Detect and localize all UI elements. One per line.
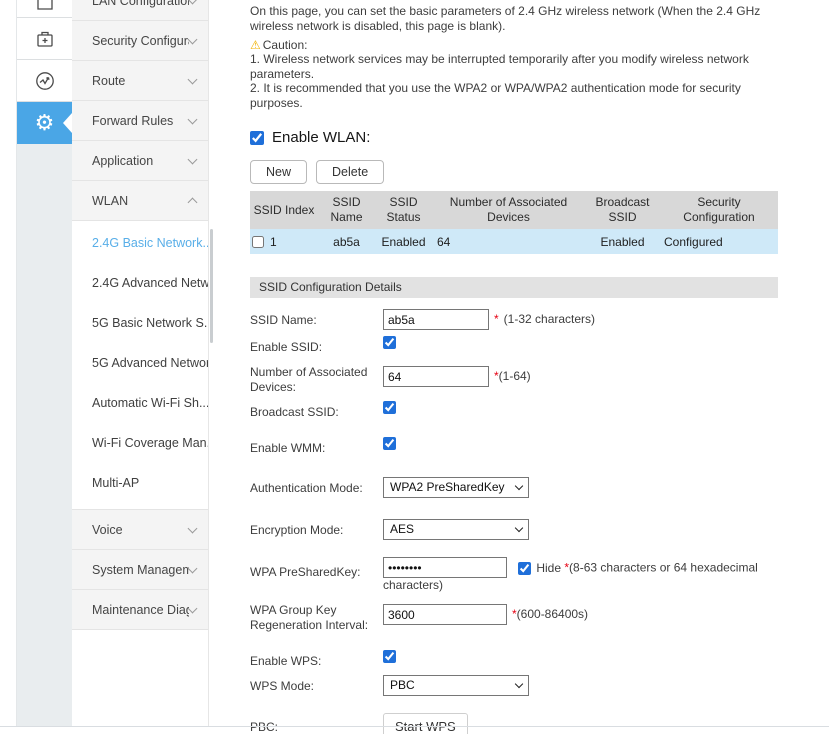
enable-wlan-row: Enable WLAN: <box>250 129 778 146</box>
form-row-broadcast-ssid: Broadcast SSID: <box>250 401 778 420</box>
form-row-assoc-devices: Number of Associated Devices: *(1-64) <box>250 361 778 395</box>
ssid-name-input[interactable] <box>383 309 489 330</box>
form-row-auth-mode: Authentication Mode: WPA2 PreSharedKey <box>250 477 778 498</box>
chevron-down-icon <box>188 603 198 613</box>
num-devices-cell: 64 <box>432 235 585 249</box>
chevron-down-icon <box>188 114 198 124</box>
details-section-title: SSID Configuration Details <box>250 277 778 298</box>
hide-psk-label: Hide <box>536 561 561 576</box>
menu-item-system-management[interactable]: System Management <box>72 550 208 590</box>
toolbox-plus-icon <box>35 29 55 49</box>
home-icon <box>35 0 55 12</box>
menu-item-maintenance-diagnosis[interactable]: Maintenance Diagno.. <box>72 590 208 630</box>
enable-wmm-checkbox[interactable] <box>383 437 396 450</box>
enable-wlan-checkbox[interactable] <box>250 131 264 145</box>
caution-item-1: 1. Wireless network services may be inte… <box>250 52 778 81</box>
form-row-pbc: PBC: Start WPS <box>250 713 778 734</box>
chevron-down-icon <box>188 523 198 533</box>
submenu-item-24g-advanced[interactable]: 2.4G Advanced Netw... <box>72 263 208 303</box>
wpa-psk-input[interactable] <box>383 557 507 578</box>
wps-mode-select[interactable]: PBC <box>383 675 529 696</box>
page-description: On this page, you can set the basic para… <box>250 4 778 34</box>
rail-item-home[interactable] <box>17 0 72 18</box>
sidebar-icon-rail: ⚙ <box>16 0 72 726</box>
group-key-input[interactable] <box>383 604 507 625</box>
form-row-wps-mode: WPS Mode: PBC <box>250 675 778 696</box>
submenu-item-5g-advanced[interactable]: 5G Advanced Networ... <box>72 343 208 383</box>
menu-item-wlan[interactable]: WLAN <box>72 181 208 221</box>
auth-mode-select[interactable]: WPA2 PreSharedKey <box>383 477 529 498</box>
form-row-enable-wps: Enable WPS: <box>250 650 778 669</box>
menu-item-security-configuration[interactable]: Security Configura... <box>72 21 208 61</box>
page-bottom-border <box>0 726 829 727</box>
warning-icon: ⚠ <box>250 38 261 52</box>
rail-item-services[interactable] <box>17 18 72 60</box>
menu-item-forward-rules[interactable]: Forward Rules <box>72 101 208 141</box>
gauge-icon <box>34 70 56 92</box>
menu-item-lan-configuration[interactable]: LAN Configuration <box>72 0 208 21</box>
rail-item-settings[interactable]: ⚙ <box>17 102 72 144</box>
chevron-down-icon <box>515 680 523 688</box>
form-row-enable-ssid: Enable SSID: <box>250 336 778 355</box>
ssid-table: SSID Index SSID Name SSID Status Number … <box>250 191 778 254</box>
wlan-submenu: 2.4G Basic Network... 2.4G Advanced Netw… <box>72 221 208 510</box>
hide-psk-checkbox[interactable] <box>518 562 531 575</box>
chevron-down-icon <box>515 524 523 532</box>
new-button[interactable]: New <box>250 160 307 184</box>
menu-item-route[interactable]: Route <box>72 61 208 101</box>
form-row-enable-wmm: Enable WMM: <box>250 437 778 456</box>
ssid-name-cell: ab5a <box>318 235 375 249</box>
submenu-item-multi-ap[interactable]: Multi-AP <box>72 463 208 503</box>
form-row-wpa-psk: WPA PreSharedKey: Hide *(8-63 characters… <box>250 557 778 593</box>
chevron-down-icon <box>515 482 523 490</box>
required-asterisk: * <box>494 312 499 327</box>
enable-ssid-checkbox[interactable] <box>383 336 396 349</box>
menu-item-voice[interactable]: Voice <box>72 510 208 550</box>
ssid-index-cell: 1 <box>270 235 277 249</box>
router-admin-page: ⚙ LAN Configuration Security Configura..… <box>0 0 829 734</box>
chevron-up-icon <box>188 198 198 208</box>
chevron-down-icon <box>188 154 198 164</box>
form-row-group-key: WPA Group Key Regeneration Interval: *(6… <box>250 599 778 633</box>
broadcast-ssid-cell: Enabled <box>585 235 660 249</box>
enable-wps-checkbox[interactable] <box>383 650 396 663</box>
ssid-table-header: SSID Index SSID Name SSID Status Number … <box>250 191 778 229</box>
ssid-status-cell: Enabled <box>375 235 432 249</box>
active-notch-pointer <box>63 113 72 133</box>
broadcast-ssid-checkbox[interactable] <box>383 401 396 414</box>
assoc-devices-input[interactable] <box>383 366 489 387</box>
chevron-down-icon <box>188 563 198 573</box>
table-toolbar: New Delete <box>250 160 778 184</box>
delete-button[interactable]: Delete <box>316 160 384 184</box>
chevron-down-icon <box>188 0 198 4</box>
chevron-down-icon <box>188 34 198 44</box>
security-config-cell: Configured <box>660 235 778 249</box>
encryption-mode-select[interactable]: AES <box>383 519 529 540</box>
form-row-ssid-name: SSID Name: * (1-32 characters) <box>250 309 778 330</box>
rail-item-diagnostics[interactable] <box>17 60 72 102</box>
enable-wlan-label: Enable WLAN: <box>272 129 370 146</box>
menu-item-application[interactable]: Application <box>72 141 208 181</box>
sidebar-menu: LAN Configuration Security Configura... … <box>72 0 209 726</box>
caution-item-2: 2. It is recommended that you use the WP… <box>250 81 778 110</box>
form-row-encryption-mode: Encryption Mode: AES <box>250 519 778 540</box>
submenu-item-auto-wifi[interactable]: Automatic Wi-Fi Sh... <box>72 383 208 423</box>
start-wps-button[interactable]: Start WPS <box>383 713 468 734</box>
submenu-item-wifi-coverage[interactable]: Wi-Fi Coverage Man... <box>72 423 208 463</box>
ssid-config-form: SSID Name: * (1-32 characters) Enable SS… <box>250 309 778 734</box>
submenu-item-5g-basic[interactable]: 5G Basic Network S... <box>72 303 208 343</box>
table-row[interactable]: 1 ab5a Enabled 64 Enabled Configured <box>250 229 778 254</box>
nav-scrollbar-thumb[interactable] <box>210 229 213 343</box>
submenu-item-24g-basic[interactable]: 2.4G Basic Network... <box>72 223 208 263</box>
main-content: On this page, you can set the basic para… <box>250 0 778 734</box>
caution-heading: ⚠Caution: <box>250 38 778 52</box>
chevron-down-icon <box>188 74 198 84</box>
gear-icon: ⚙ <box>35 112 55 134</box>
row-select-checkbox[interactable] <box>252 236 264 248</box>
